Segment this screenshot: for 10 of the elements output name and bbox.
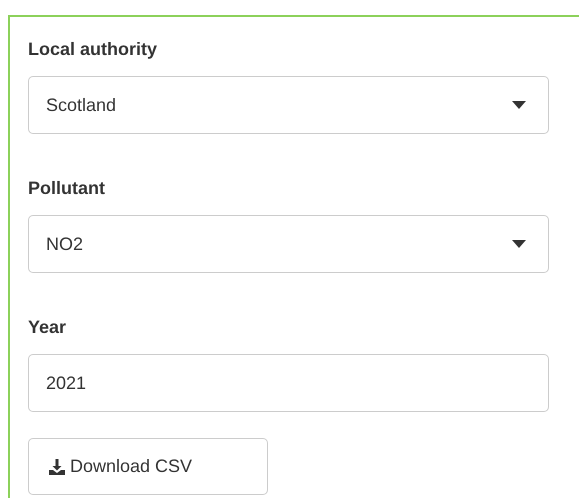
caret-icon [512,240,526,248]
field-label: Local authority [28,38,158,61]
dropdown[interactable]: Scotland [28,76,549,134]
input-field[interactable]: 2021 [28,354,549,412]
download-button[interactable]: Download CSV [28,438,268,495]
download-icon [48,458,66,476]
field-label: Year [28,316,68,339]
dropdown[interactable]: NO2 [28,215,549,273]
field-label: Pollutant [28,177,106,200]
caret-icon [512,101,526,109]
